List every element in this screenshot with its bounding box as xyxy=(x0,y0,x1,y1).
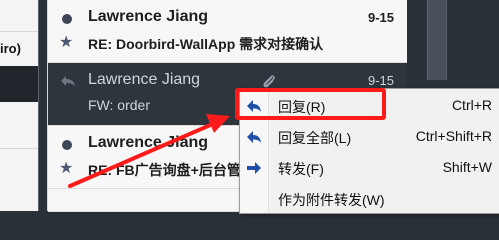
star-icon[interactable]: ★ xyxy=(59,158,73,178)
forward-arrow-icon xyxy=(247,162,261,174)
scrollbar-thumb[interactable] xyxy=(427,0,447,80)
left-pane-selected-row xyxy=(0,66,38,102)
message-date: 9-15 xyxy=(367,73,394,88)
message-sender: Lawrence Jiang xyxy=(88,8,209,25)
menu-item-label: 转发(F) xyxy=(278,161,324,177)
unread-dot-icon[interactable] xyxy=(62,14,72,24)
message-sender: Lawrence Jiang xyxy=(88,71,201,88)
reply-all-arrow-icon xyxy=(247,131,261,143)
menu-item-shortcut: Ctrl+Shift+R xyxy=(415,128,492,144)
left-pane-fragment-text: iro) xyxy=(0,41,21,56)
message-subject: RE: FB广告询盘+后台管 xyxy=(88,162,241,178)
message-sender: Lawrence Jiang xyxy=(88,134,209,151)
unread-dot-icon[interactable] xyxy=(62,140,72,150)
annotation-highlight-box xyxy=(235,88,386,120)
menu-item-label: 回复全部(L) xyxy=(278,130,352,146)
left-partial-pane: iro) xyxy=(0,0,39,211)
attachment-icon xyxy=(263,75,275,88)
star-icon[interactable]: ★ xyxy=(59,32,73,52)
menu-item-forward[interactable]: 转发(F) Shift+W xyxy=(240,154,499,181)
menu-item-shortcut: Ctrl+R xyxy=(451,97,492,113)
menu-item-label: 作为附件转发(W) xyxy=(278,192,385,208)
message-date: 9-15 xyxy=(367,10,394,25)
replied-icon xyxy=(61,76,75,86)
message-subject: FW: order xyxy=(88,97,150,113)
menu-item-shortcut: Shift+W xyxy=(442,159,492,175)
message-subject: RE: Doorbird-WallApp 需求对接确认 xyxy=(88,36,324,52)
left-pane-divider xyxy=(0,148,38,149)
left-pane-divider xyxy=(0,31,38,32)
menu-item-forward-as-attachment[interactable]: 作为附件转发(W) xyxy=(240,185,499,212)
message-row[interactable]: ★ Lawrence Jiang 9-15 RE: Doorbird-WallA… xyxy=(48,0,408,63)
menu-item-reply-all[interactable]: 回复全部(L) Ctrl+Shift+R xyxy=(240,123,499,150)
